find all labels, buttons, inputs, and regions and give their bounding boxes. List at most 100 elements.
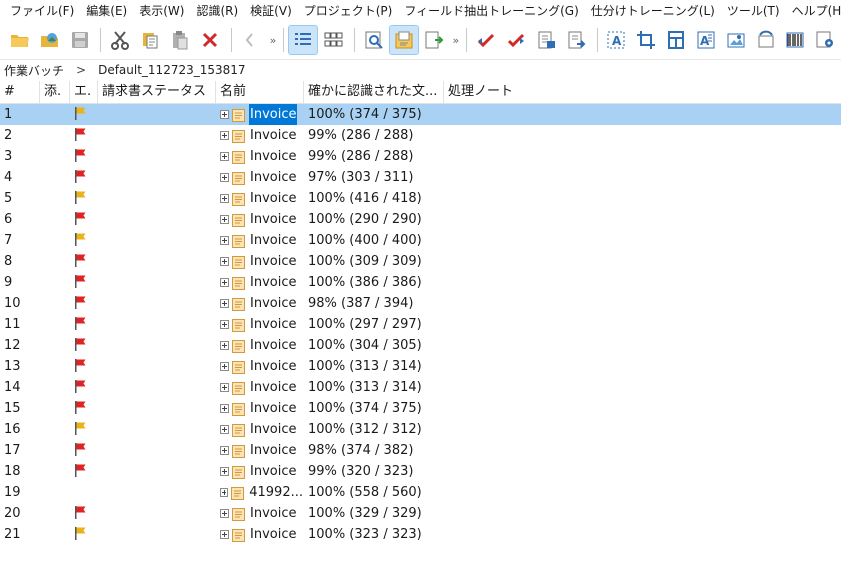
menu-item-5[interactable]: プロジェクト(P)	[298, 2, 399, 19]
column-header-number[interactable]: #	[0, 81, 40, 103]
expand-icon[interactable]	[220, 341, 229, 350]
expand-icon[interactable]	[220, 509, 229, 518]
verify-prev-icon[interactable]	[472, 26, 500, 54]
document-name[interactable]: Invoice	[249, 167, 297, 188]
table-row[interactable]: 15 Invoice 100% (374 / 375)	[0, 398, 841, 419]
column-header-attachments[interactable]: 添.	[40, 81, 70, 103]
table-row[interactable]: 11 Invoice 100% (297 / 297)	[0, 314, 841, 335]
undo-icon[interactable]	[237, 26, 265, 54]
expand-icon[interactable]	[220, 425, 229, 434]
document-name[interactable]: Invoice	[249, 125, 297, 146]
toolbar-overflow-icon[interactable]: »	[270, 34, 277, 47]
document-name[interactable]: Invoice	[249, 293, 297, 314]
inspect-document-icon[interactable]	[360, 26, 388, 54]
expand-icon[interactable]	[220, 383, 229, 392]
expand-icon[interactable]	[220, 173, 229, 182]
table-row[interactable]: 21 Invoice 100% (323 / 323)	[0, 524, 841, 545]
expand-icon[interactable]	[220, 467, 229, 476]
text-field-icon[interactable]: A	[603, 26, 631, 54]
expand-icon[interactable]	[220, 299, 229, 308]
open-folder-icon[interactable]	[6, 26, 34, 54]
document-name[interactable]: 41992...	[248, 482, 304, 503]
menu-item-0[interactable]: ファイル(F)	[4, 2, 80, 19]
document-name[interactable]: Invoice	[249, 272, 297, 293]
document-name[interactable]: Invoice	[249, 440, 297, 461]
breadcrumb-current[interactable]: Default_112723_153817	[98, 63, 245, 77]
table-row[interactable]: 9 Invoice 100% (386 / 386)	[0, 272, 841, 293]
table-row[interactable]: 4 Invoice 97% (303 / 311)	[0, 167, 841, 188]
send-document-icon[interactable]	[420, 26, 448, 54]
table-row[interactable]: 8 Invoice 100% (309 / 309)	[0, 251, 841, 272]
document-name[interactable]: Invoice	[249, 356, 297, 377]
expand-icon[interactable]	[220, 320, 229, 329]
document-name[interactable]: Invoice	[249, 230, 297, 251]
copy-icon[interactable]	[136, 26, 164, 54]
expand-icon[interactable]	[220, 215, 229, 224]
expand-icon[interactable]	[220, 530, 229, 539]
table-field-icon[interactable]	[662, 26, 690, 54]
menu-item-7[interactable]: 仕分けトレーニング(L)	[585, 2, 721, 19]
recognize-document-icon[interactable]	[532, 26, 560, 54]
toolbar-overflow-icon[interactable]: »	[453, 34, 460, 47]
table-row[interactable]: 12 Invoice 100% (304 / 305)	[0, 335, 841, 356]
table-row[interactable]: 6 Invoice 100% (290 / 290)	[0, 209, 841, 230]
expand-icon[interactable]	[220, 446, 229, 455]
table-row[interactable]: 17 Invoice 98% (374 / 382)	[0, 440, 841, 461]
thumbnails-view-icon[interactable]	[319, 26, 347, 54]
document-name[interactable]: Invoice	[249, 503, 297, 524]
table-row[interactable]: 20 Invoice 100% (329 / 329)	[0, 503, 841, 524]
expand-icon[interactable]	[220, 152, 229, 161]
table-row[interactable]: 10 Invoice 98% (387 / 394)	[0, 293, 841, 314]
document-name[interactable]: Invoice	[249, 524, 297, 545]
expand-icon[interactable]	[220, 131, 229, 140]
image-enhance-icon[interactable]	[722, 26, 750, 54]
open-image-icon[interactable]	[36, 26, 64, 54]
expand-icon[interactable]	[220, 404, 229, 413]
document-name[interactable]: Invoice	[249, 209, 297, 230]
verify-next-icon[interactable]	[502, 26, 530, 54]
column-header-status[interactable]: 請求書ステータス	[98, 81, 216, 103]
menu-item-3[interactable]: 認識(R)	[190, 2, 244, 19]
document-name[interactable]: Invoice	[249, 419, 297, 440]
menu-item-1[interactable]: 編集(E)	[80, 2, 133, 19]
text-recognition-icon[interactable]: A	[692, 26, 720, 54]
crop-icon[interactable]	[632, 26, 660, 54]
export-document-icon[interactable]	[562, 26, 590, 54]
menu-item-9[interactable]: ヘルプ(H)	[786, 2, 841, 19]
expand-icon[interactable]	[220, 194, 229, 203]
expand-icon[interactable]	[220, 236, 229, 245]
details-view-icon[interactable]	[288, 25, 319, 55]
column-header-errors[interactable]: エ.	[70, 81, 98, 103]
table-row[interactable]: 1 Invoice 100% (374 / 375)	[0, 104, 841, 125]
table-row[interactable]: 3 Invoice 99% (286 / 288)	[0, 146, 841, 167]
expand-icon[interactable]	[220, 278, 229, 287]
save-icon[interactable]	[66, 26, 94, 54]
document-name[interactable]: Invoice	[249, 398, 297, 419]
paste-icon[interactable]	[166, 26, 194, 54]
delete-icon[interactable]	[196, 26, 224, 54]
column-header-name[interactable]: 名前	[216, 81, 304, 103]
document-name[interactable]: Invoice	[249, 104, 298, 125]
expand-icon[interactable]	[220, 488, 229, 497]
table-row[interactable]: 19 41992... 100% (558 / 560)	[0, 482, 841, 503]
expand-icon[interactable]	[220, 257, 229, 266]
menu-item-6[interactable]: フィールド抽出トレーニング(G)	[398, 2, 584, 19]
document-name[interactable]: Invoice	[249, 377, 297, 398]
table-row[interactable]: 13 Invoice 100% (313 / 314)	[0, 356, 841, 377]
column-header-confidence[interactable]: 確かに認識された文...	[304, 81, 444, 103]
menu-item-8[interactable]: ツール(T)	[721, 2, 786, 19]
document-name[interactable]: Invoice	[249, 251, 297, 272]
cut-icon[interactable]	[106, 26, 134, 54]
table-row[interactable]: 7 Invoice 100% (400 / 400)	[0, 230, 841, 251]
table-row[interactable]: 14 Invoice 100% (313 / 314)	[0, 377, 841, 398]
document-name[interactable]: Invoice	[249, 314, 297, 335]
table-row[interactable]: 16 Invoice 100% (312 / 312)	[0, 419, 841, 440]
document-name[interactable]: Invoice	[249, 146, 297, 167]
document-name[interactable]: Invoice	[249, 461, 297, 482]
settings-document-icon[interactable]	[811, 26, 839, 54]
rotate-icon[interactable]	[752, 26, 780, 54]
column-header-notes[interactable]: 処理ノート	[444, 81, 841, 103]
menu-item-2[interactable]: 表示(W)	[133, 2, 190, 19]
document-view-icon[interactable]	[388, 25, 419, 55]
breadcrumb-root[interactable]: 作業バッチ	[4, 62, 64, 79]
